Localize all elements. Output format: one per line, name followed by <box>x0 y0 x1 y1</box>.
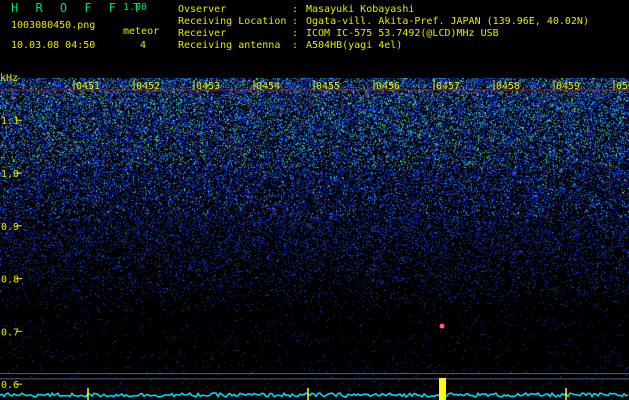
app-version: 1.00 <box>123 2 148 13</box>
x-tick-label: 0459 <box>556 81 580 92</box>
info-row-observer: Ovserver: Masayuki Kobayashi <box>178 4 414 16</box>
y-tick-label: 0.7 <box>1 327 19 338</box>
y-tick-label: 0.8 <box>1 275 19 286</box>
meteor-count-label: meteor <box>123 26 160 37</box>
meteor-echo <box>439 323 446 400</box>
meteor-echo-point <box>439 323 445 329</box>
y-tick-label: 1.0 <box>1 169 19 180</box>
header-panel: H R O F F T 1.00 1003080450.png meteor 1… <box>0 0 629 78</box>
meteor-echo-burst <box>439 378 446 400</box>
x-tick-label: 0454 <box>256 81 280 92</box>
x-tick-label: 0451 <box>76 81 100 92</box>
y-tick-label: 0.9 <box>1 222 19 233</box>
x-tick-label: 0458 <box>496 81 520 92</box>
info-value: Masayuki Kobayashi <box>306 4 415 15</box>
y-tick-label: 1.1 <box>1 116 19 127</box>
info-separator: : <box>292 16 299 27</box>
gridlines <box>0 89 629 380</box>
info-value: ICOM IC-575 53.7492(@LCD)MHz USB <box>306 28 499 39</box>
x-tick-label: 0500 <box>616 81 629 92</box>
x-tick-label: 0452 <box>136 81 160 92</box>
info-label: Receiver <box>178 28 227 39</box>
meteor-count-value: 4 <box>140 40 147 51</box>
info-separator: : <box>292 4 299 15</box>
file-name: 1003080450.png <box>11 20 96 31</box>
x-tick-label: 0455 <box>316 81 340 92</box>
info-value: Ogata-vill. Akita-Pref. JAPAN (139.96E, … <box>306 16 589 27</box>
info-separator: : <box>292 28 299 39</box>
x-tick-label: 0453 <box>196 81 220 92</box>
spectrogram-chart: 1.1 1.0 0.9 0.8 0.7 0.6 0451 0452 0453 0454 0455 0… <box>0 80 629 400</box>
x-tick-label: 0456 <box>376 81 400 92</box>
x-tick-label: 0457 <box>436 81 460 92</box>
info-separator: : <box>292 40 299 51</box>
info-label: Ovserver <box>178 4 227 15</box>
y-axis-ticks: 1.1 1.0 0.9 0.8 0.7 0.6 <box>1 116 22 391</box>
info-label: Receiving Location <box>178 16 287 27</box>
info-value: A504HB(yagi 4el) <box>306 40 403 51</box>
y-axis-label: kHz <box>0 73 19 84</box>
baseline-trace <box>0 391 629 399</box>
timestamp: 10.03.08 04:50 <box>11 40 96 51</box>
info-label: Receiving antenna <box>178 40 281 51</box>
baseline-signal <box>0 388 629 400</box>
y-tick-label: 0.6 <box>1 380 19 391</box>
info-row-receiver: Receiver: ICOM IC-575 53.7492(@LCD)MHz US… <box>178 28 499 40</box>
info-row-antenna: Receiving antenna: A504HB(yagi 4el) <box>178 40 402 52</box>
info-row-location: Receiving Location: Ogata-vill. Akita-Pre… <box>178 16 589 28</box>
